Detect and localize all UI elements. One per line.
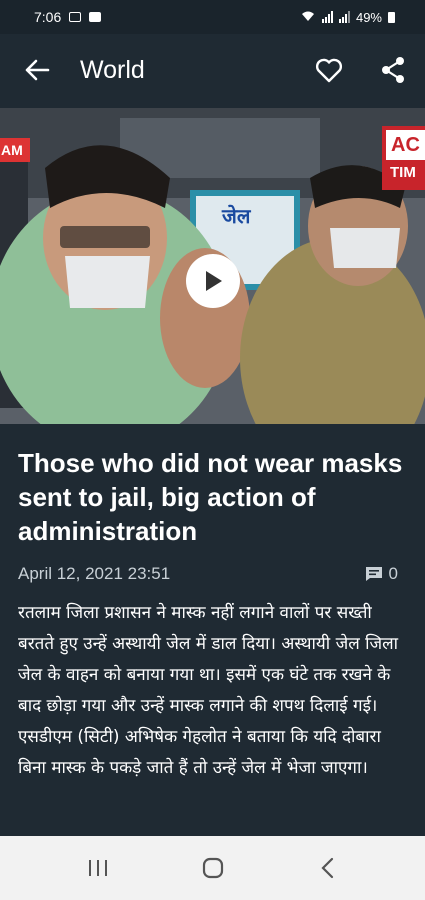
play-button[interactable] xyxy=(186,254,240,308)
comment-icon xyxy=(365,567,382,581)
gallery-notification-icon xyxy=(69,12,82,22)
status-bar: 7:06 49% xyxy=(0,0,425,34)
status-right: 49% xyxy=(300,10,395,25)
corner-tag: AM xyxy=(1,142,23,158)
signal-icon-2 xyxy=(338,11,350,23)
comments-button[interactable]: 0 xyxy=(365,564,398,584)
article-date: April 12, 2021 23:51 xyxy=(18,564,171,583)
wifi-icon xyxy=(300,10,316,25)
chevron-left-icon xyxy=(320,857,333,879)
channel-logo-subtext: TIM xyxy=(390,164,416,181)
message-notification-icon xyxy=(89,12,102,22)
recent-apps-button[interactable] xyxy=(68,844,128,892)
share-button[interactable] xyxy=(361,34,425,106)
heart-outline-icon xyxy=(315,58,343,83)
back-nav-button[interactable] xyxy=(298,844,358,892)
arrow-left-icon xyxy=(25,59,50,81)
app-bar: World xyxy=(0,34,425,106)
banner-text: जेल xyxy=(222,204,251,228)
system-nav-bar xyxy=(0,836,425,900)
status-left: 7:06 xyxy=(34,9,102,25)
share-icon xyxy=(382,57,404,83)
recent-apps-icon xyxy=(88,860,107,876)
article-body: रतलाम जिला प्रशासन ने मास्क नहीं लगाने व… xyxy=(18,603,399,778)
favorite-button[interactable] xyxy=(297,34,361,106)
channel-logo: AC xyxy=(391,133,420,156)
battery-icon xyxy=(388,11,395,23)
home-icon xyxy=(202,857,223,879)
page-title: World xyxy=(80,55,145,84)
video-player[interactable]: AC TIM AM जेल xyxy=(0,108,425,424)
back-button[interactable] xyxy=(0,34,74,106)
battery-percent: 49% xyxy=(355,9,382,25)
article-meta: April 12, 2021 23:51 0 xyxy=(18,564,398,584)
play-icon xyxy=(206,271,222,291)
status-time: 7:06 xyxy=(34,9,62,25)
signal-icon-1 xyxy=(321,11,333,23)
comment-count: 0 xyxy=(388,564,398,583)
article-headline: Those who did not wear masks sent to jai… xyxy=(18,448,403,546)
home-button[interactable] xyxy=(183,844,243,892)
